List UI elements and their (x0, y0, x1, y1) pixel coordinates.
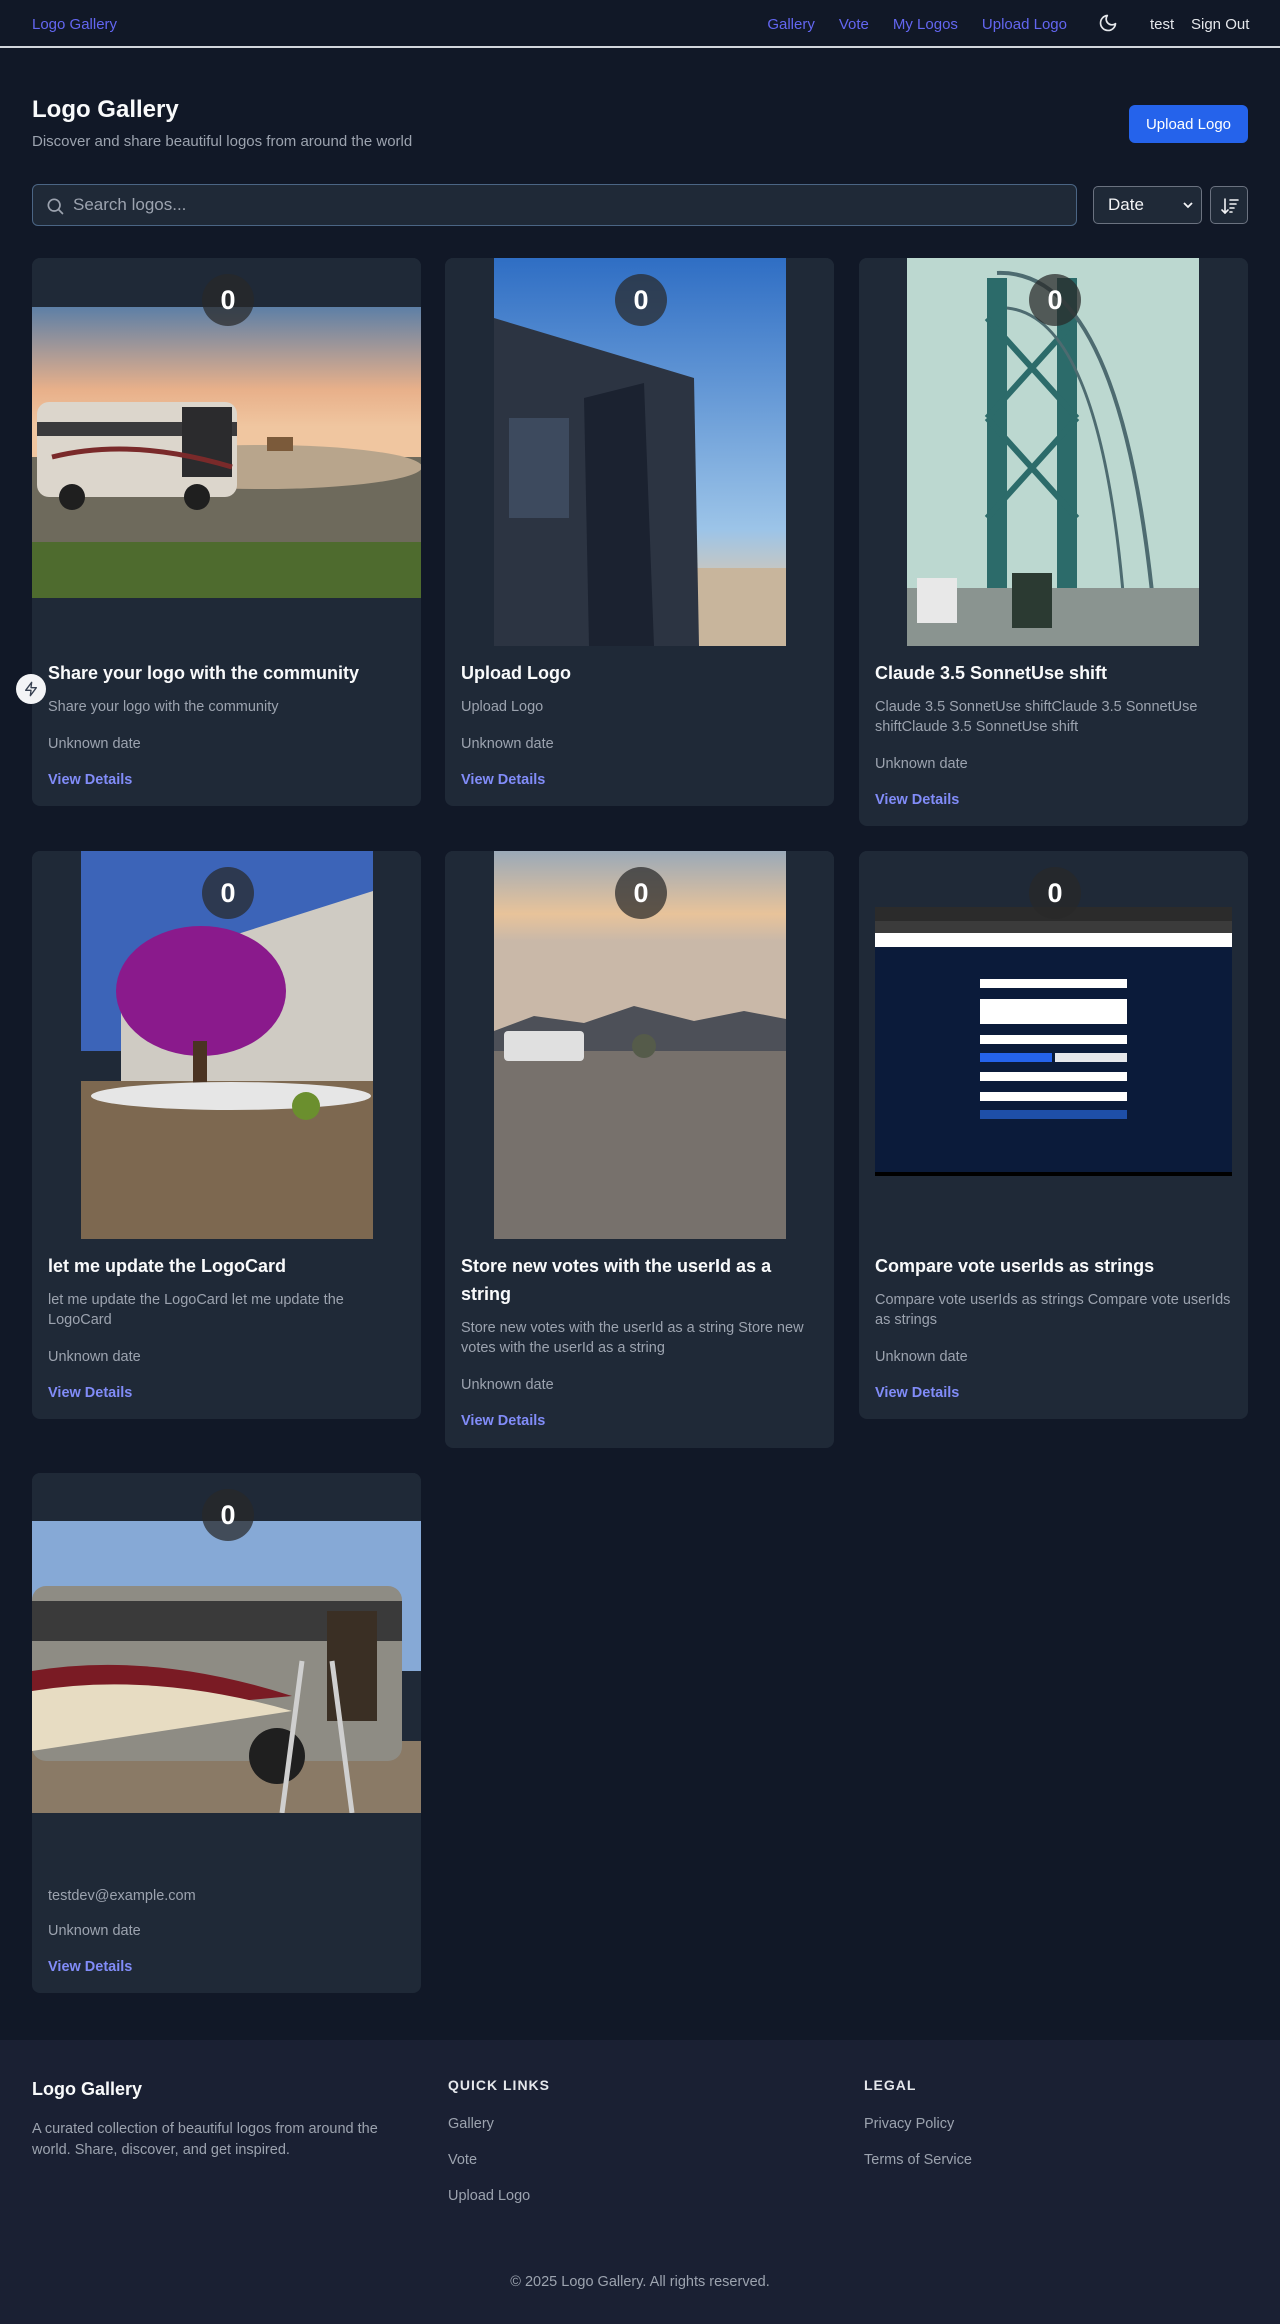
floating-assistant-button[interactable] (16, 674, 46, 704)
card-description: Compare vote userIds as strings Compare … (875, 1292, 1231, 1328)
sort-descending-icon (1221, 198, 1239, 215)
footer-link-vote[interactable]: Vote (448, 2152, 477, 2168)
footer-link-terms[interactable]: Terms of Service (864, 2152, 972, 2168)
card-uploader-email: testdev@example.com (48, 1888, 196, 1904)
card-title: Compare vote userIds as strings (875, 1256, 1155, 1276)
view-details-link[interactable]: View Details (48, 1385, 132, 1401)
chevron-down-icon (1183, 202, 1193, 209)
quick-links-heading: QUICK LINKS (448, 2077, 550, 2093)
card-image-area: 0 (859, 851, 1248, 1239)
nav-brand[interactable]: Logo Gallery (32, 16, 117, 33)
card-image-area: 0 (32, 851, 421, 1239)
card-date: Unknown date (48, 1349, 141, 1365)
card-title: Store new votes with the userId as a str… (461, 1256, 772, 1304)
legal-heading: LEGAL (864, 2077, 917, 2093)
logo-card: 0 Share your logo with the community Sha… (32, 258, 421, 806)
card-date: Unknown date (48, 736, 141, 752)
vote-count-badge: 0 (202, 1489, 254, 1541)
logo-card: 0 Upload Logo Upload Logo Unknown date V… (445, 258, 834, 806)
view-details-link[interactable]: View Details (875, 1385, 959, 1401)
footer-link-privacy[interactable]: Privacy Policy (864, 2116, 954, 2132)
card-title: Upload Logo (461, 663, 571, 683)
nav-link-my-logos[interactable]: My Logos (893, 16, 958, 33)
card-date: Unknown date (461, 1377, 554, 1393)
vote-count-badge: 0 (202, 274, 254, 326)
card-image-area: 0 (859, 258, 1248, 646)
logo-image[interactable] (32, 1521, 421, 1813)
logo-card: 0 Claude 3.5 SonnetUse shift Claude 3.5 … (859, 258, 1248, 826)
logo-card: 0 testdev@example.com Unknown date View … (32, 1473, 421, 1993)
moon-icon[interactable] (1098, 13, 1118, 33)
copyright: © 2025 Logo Gallery. All rights reserved… (510, 2274, 770, 2290)
card-title: Claude 3.5 SonnetUse shift (875, 663, 1108, 683)
top-nav: Logo Gallery Gallery Vote My Logos Uploa… (0, 0, 1280, 48)
card-image-area: 0 (32, 1473, 421, 1861)
card-description: Store new votes with the userId as a str… (461, 1320, 804, 1356)
nav-link-gallery[interactable]: Gallery (767, 16, 815, 33)
page-title: Logo Gallery (32, 96, 179, 123)
nav-links: Gallery Vote My Logos Upload Logo (767, 16, 1067, 33)
vote-count-badge: 0 (615, 867, 667, 919)
vote-count-badge: 0 (202, 867, 254, 919)
logo-card: 0 let me update the LogoCard let me upda… (32, 851, 421, 1419)
search-bar (32, 184, 1077, 226)
footer-link-upload-logo[interactable]: Upload Logo (448, 2188, 530, 2204)
card-date: Unknown date (461, 736, 554, 752)
card-date: Unknown date (875, 756, 968, 772)
card-date: Unknown date (875, 1349, 968, 1365)
sort-select-value: Date (1108, 195, 1144, 214)
nav-link-upload-logo[interactable]: Upload Logo (982, 16, 1067, 33)
sort-select[interactable]: Date (1093, 186, 1202, 224)
view-details-link[interactable]: View Details (461, 772, 545, 788)
upload-logo-button[interactable]: Upload Logo (1129, 105, 1248, 143)
search-input[interactable] (73, 185, 1063, 225)
footer-link-gallery[interactable]: Gallery (448, 2116, 494, 2132)
card-description: Upload Logo (461, 699, 544, 715)
view-details-link[interactable]: View Details (461, 1413, 545, 1429)
card-date: Unknown date (48, 1923, 141, 1939)
nav-link-vote[interactable]: Vote (839, 16, 869, 33)
card-description: Claude 3.5 SonnetUse shiftClaude 3.5 Son… (875, 699, 1198, 735)
card-image-area: 0 (445, 851, 834, 1239)
footer-brand: Logo Gallery (32, 2079, 143, 2099)
search-icon (47, 198, 64, 215)
view-details-link[interactable]: View Details (48, 772, 132, 788)
sort-direction-button[interactable] (1210, 186, 1248, 224)
view-details-link[interactable]: View Details (48, 1959, 132, 1975)
card-image-area: 0 (445, 258, 834, 646)
logo-image[interactable] (32, 307, 421, 598)
vote-count-badge: 0 (1029, 867, 1081, 919)
card-description: let me update the LogoCard let me update… (48, 1292, 344, 1328)
logo-image[interactable] (875, 907, 1232, 1176)
username: test (1150, 16, 1175, 33)
card-description: Share your logo with the community (48, 699, 279, 715)
view-details-link[interactable]: View Details (875, 792, 959, 808)
footer-description: A curated collection of beautiful logos … (32, 2121, 378, 2158)
sign-out-button[interactable]: Sign Out (1191, 16, 1249, 33)
lightning-icon (25, 681, 37, 697)
logo-card: 0 Compare vote userIds as strings Compar… (859, 851, 1248, 1419)
card-image-area: 0 (32, 258, 421, 646)
vote-count-badge: 0 (1029, 274, 1081, 326)
vote-count-badge: 0 (615, 274, 667, 326)
card-title: Share your logo with the community (48, 663, 360, 683)
logo-card: 0 Store new votes with the userId as a s… (445, 851, 834, 1448)
card-title: let me update the LogoCard (48, 1256, 287, 1276)
footer: Logo Gallery A curated collection of bea… (0, 2040, 1280, 2324)
page-subtitle: Discover and share beautiful logos from … (32, 133, 413, 150)
